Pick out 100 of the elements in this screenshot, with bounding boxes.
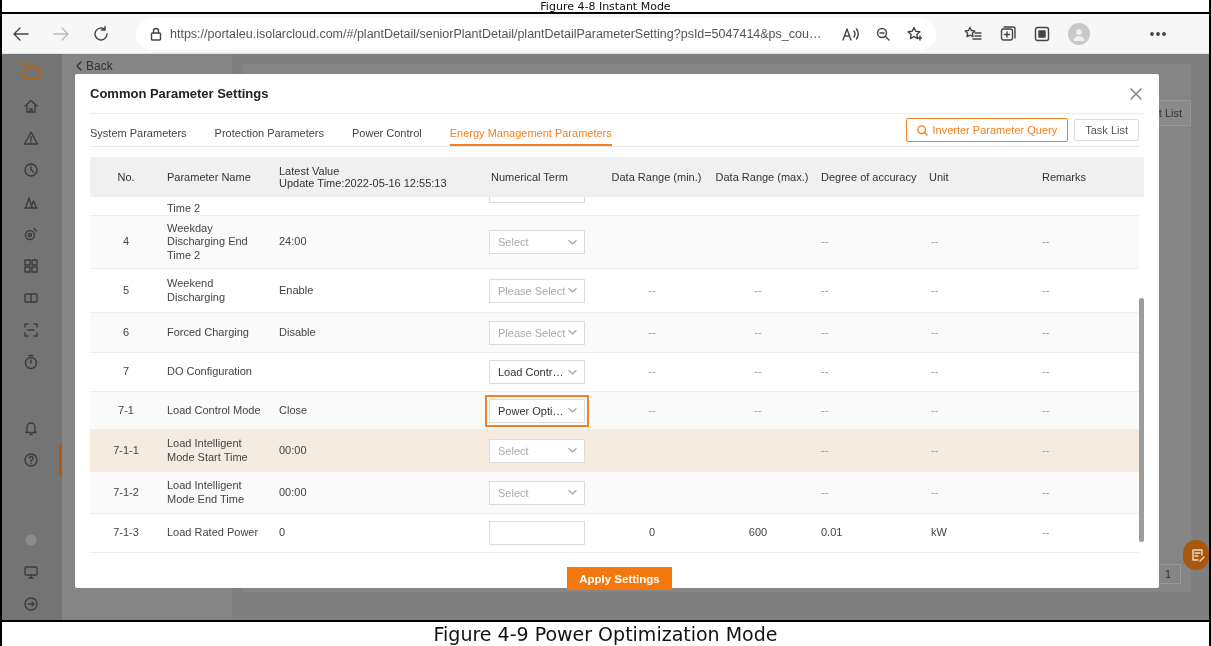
timer-icon	[22, 354, 39, 370]
table-cell: 7-1-2	[113, 485, 139, 498]
zoom-out-icon[interactable]	[876, 26, 890, 41]
help-icon	[22, 452, 39, 468]
table-cell: 7-1	[118, 403, 134, 416]
table-cell: DO Configuration	[167, 365, 252, 378]
table-cell: Load Rated Power	[167, 526, 259, 539]
figure-caption: Figure 4-9 Power Optimization Mode	[433, 623, 778, 645]
table-row[interactable]: 7-1-1 Load Intelligent Mode Start Time 00:00 Select -- -- --	[90, 430, 1139, 472]
table-cell: Disable	[279, 325, 316, 338]
table-cell: kW	[931, 526, 947, 539]
column-header: Latest Value	[279, 165, 341, 177]
table-cell: --	[931, 365, 939, 378]
table-cell: --	[754, 283, 762, 296]
read-aloud-icon[interactable]	[842, 26, 860, 41]
column-header: Data Range (min.)	[611, 171, 702, 183]
back-link[interactable]: Back	[76, 59, 113, 73]
chevron-down-icon	[568, 239, 577, 245]
back-label: Back	[86, 59, 113, 73]
table-cell: Enable	[279, 283, 314, 296]
column-header: Data Range (max.)	[715, 171, 809, 183]
table-cell: --	[1042, 283, 1050, 296]
select-field[interactable]: Load Contr…	[489, 360, 585, 384]
table-cell: --	[648, 283, 656, 296]
table-cell: --	[821, 403, 829, 416]
address-bar[interactable]: https://portaleu.isolarcloud.com/#/plantDetail/seniorPlantDetail/plantDetailParameterSetting?psId=5047414&ps_cou…	[136, 17, 936, 50]
table-cell: --	[821, 365, 829, 378]
feedback-button[interactable]	[1183, 540, 1209, 570]
favorite-add-icon[interactable]	[906, 25, 922, 42]
logout-icon	[22, 596, 39, 612]
table-cell: Weekday Discharging End Time 2	[167, 222, 248, 261]
table-cell: --	[931, 443, 939, 456]
search-icon	[917, 124, 929, 136]
table-cell: 00:00	[279, 485, 307, 498]
table-cell: 600	[748, 526, 768, 539]
table-cell: --	[821, 443, 829, 456]
table-cell: --	[1042, 235, 1050, 248]
favorites-icon[interactable]	[964, 25, 982, 42]
table-cell: Weekend Discharging	[167, 277, 226, 303]
browser-essentials-icon[interactable]	[1034, 25, 1050, 42]
table-cell: --	[1042, 443, 1050, 456]
column-header: Remarks	[1042, 171, 1086, 183]
table-cell: 5	[122, 283, 130, 296]
refresh-icon[interactable]	[92, 24, 110, 43]
card-icon	[22, 290, 39, 306]
chevron-down-icon	[568, 330, 577, 335]
scrollbar-thumb[interactable]	[1139, 298, 1144, 542]
input-field[interactable]	[489, 521, 585, 545]
table-row[interactable]: 4 Weekday Discharging End Time 2 24:00 Select -- -- --	[90, 216, 1139, 269]
lock-icon	[150, 26, 162, 41]
task-list-button[interactable]: Task List	[1074, 119, 1139, 141]
url-text: https://portaleu.isolarcloud.com/#/plantDetail/seniorPlantDetail/plantDetailParameterSetting?psId=5047414&ps_cou…	[170, 26, 823, 41]
table-row[interactable]: 6 Forced Charging Disable Please Select -- -- -- -- --	[90, 313, 1139, 353]
grid-icon	[22, 258, 39, 274]
clock-icon	[22, 162, 39, 178]
table-cell: --	[821, 235, 829, 248]
chevron-down-icon	[568, 408, 577, 413]
scan-icon	[22, 322, 39, 338]
bell-icon	[22, 420, 39, 436]
table-cell: --	[931, 283, 939, 296]
collections-icon[interactable]	[1000, 25, 1016, 42]
table-cell: --	[931, 325, 939, 338]
table-cell: --	[648, 325, 656, 338]
table-row[interactable]: 7-1 Load Control Mode Close Power Opti… -- -- -- -- --	[90, 392, 1139, 430]
table-row[interactable]: 7-1-2 Load Intelligent Mode End Time 00:00 Select -- -- --	[90, 472, 1139, 514]
chevron-down-icon	[568, 490, 577, 495]
pencil-note-icon	[1191, 548, 1205, 562]
column-header: Numerical Term	[491, 171, 568, 183]
tab[interactable]: Protection Parameters	[214, 114, 325, 146]
table-cell: --	[648, 403, 656, 416]
select-field[interactable]: Power Opti…	[489, 398, 585, 423]
table-cell: --	[754, 403, 762, 416]
chevron-left-icon	[76, 61, 82, 71]
person-silhouette-icon	[1072, 26, 1086, 41]
tab[interactable]: System Parameters	[90, 114, 187, 146]
table-cell: Load Control Mode	[167, 403, 261, 416]
chevron-down-icon	[568, 448, 577, 453]
table-cell: Load Intelligent Mode Start Time	[167, 437, 248, 463]
more-icon[interactable]	[1150, 31, 1166, 36]
column-header: Unit	[929, 171, 949, 183]
profile-avatar[interactable]	[1068, 22, 1090, 45]
tab[interactable]: Power Control	[352, 114, 422, 146]
table-cell: 4	[122, 235, 130, 248]
close-icon[interactable]	[1130, 87, 1142, 100]
column-header: Parameter Name	[167, 171, 251, 183]
table-cell: 7	[122, 365, 130, 378]
table-cell: --	[821, 283, 829, 296]
table-cell: 0.01	[821, 526, 843, 539]
table-cell: 0	[648, 526, 656, 539]
table-cell: Close	[279, 403, 308, 416]
chevron-down-icon	[568, 369, 577, 375]
table-cell: 7-1-1	[113, 443, 139, 456]
table-cell: --	[1042, 365, 1050, 378]
table-cell: --	[1042, 325, 1050, 338]
table-cell: --	[754, 325, 762, 338]
table-cell: --	[1042, 526, 1050, 539]
device-icon	[22, 226, 39, 242]
table-cell: 6	[122, 325, 130, 338]
table-cell: Forced Charging	[167, 325, 249, 338]
table-cell: --	[931, 235, 939, 248]
